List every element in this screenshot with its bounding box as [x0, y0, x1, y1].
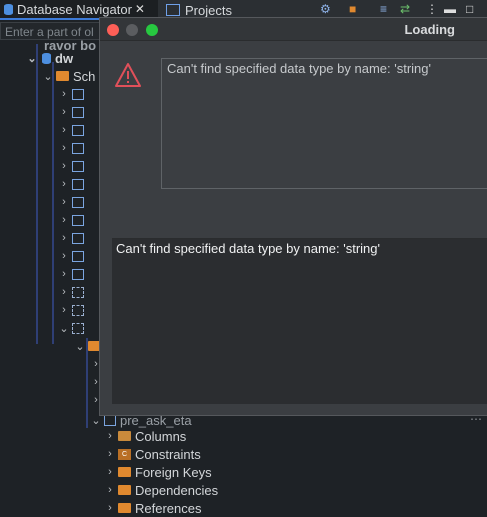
- table-icon: [72, 214, 84, 226]
- link-editor-icon[interactable]: ⇄: [400, 2, 410, 16]
- columns-icon: [118, 431, 131, 441]
- folder-icon[interactable]: ■: [349, 2, 356, 16]
- minimize-window-button[interactable]: [126, 24, 138, 36]
- close-icon[interactable]: ✕: [135, 2, 145, 16]
- table-icon: [72, 178, 84, 190]
- chevron-right-icon[interactable]: ›: [58, 178, 70, 190]
- maximize-view-icon[interactable]: □: [466, 2, 473, 16]
- chevron-down-icon[interactable]: ⌄: [58, 322, 70, 335]
- tab-projects-label: Projects: [185, 2, 232, 18]
- tree-item-references[interactable]: › References: [104, 499, 201, 517]
- chevron-right-icon[interactable]: ›: [58, 232, 70, 244]
- tree-item-table[interactable]: ›: [58, 103, 88, 121]
- chevron-right-icon[interactable]: ›: [58, 124, 70, 136]
- tree-item-table[interactable]: ›: [58, 139, 88, 157]
- tree-item-dw-label: dw: [55, 50, 74, 66]
- chevron-right-icon[interactable]: ›: [58, 88, 70, 100]
- chevron-right-icon[interactable]: ›: [58, 286, 70, 298]
- tree-item-table[interactable]: ›: [58, 121, 88, 139]
- tree-item-columns[interactable]: › Columns: [104, 427, 186, 445]
- tree-item-table[interactable]: ›: [58, 157, 88, 175]
- view-menu-icon[interactable]: ⋮: [426, 2, 438, 16]
- table-icon: [72, 160, 84, 172]
- chevron-right-icon[interactable]: ›: [58, 160, 70, 172]
- error-details-text: Can't find specified data type by name: …: [116, 241, 380, 256]
- tab-database-navigator-label: Database Navigator: [17, 1, 132, 17]
- zoom-window-button[interactable]: [146, 24, 158, 36]
- table-icon: [104, 414, 116, 426]
- tree-item-table[interactable]: ›: [58, 175, 88, 193]
- close-window-button[interactable]: [107, 24, 119, 36]
- table-icon: [72, 268, 84, 280]
- folder-icon: [118, 503, 131, 513]
- tree-item-view[interactable]: ›: [58, 301, 88, 319]
- chevron-right-icon[interactable]: ›: [58, 304, 70, 316]
- tree-item-table[interactable]: ›: [58, 247, 88, 265]
- chevron-down-icon[interactable]: ⌄: [74, 340, 86, 353]
- schemas-folder-icon: [56, 71, 69, 81]
- chevron-right-icon[interactable]: ›: [104, 502, 116, 514]
- tree-item-foreign-keys[interactable]: › Foreign Keys: [104, 463, 212, 481]
- warning-icon: [114, 62, 142, 93]
- chevron-right-icon[interactable]: ›: [58, 142, 70, 154]
- tree-item-dependencies[interactable]: › Dependencies: [104, 481, 218, 499]
- table-icon: [72, 142, 84, 154]
- chevron-right-icon[interactable]: ›: [58, 268, 70, 280]
- error-message: Can't find specified data type by name: …: [167, 61, 431, 76]
- tree-item-schemas-label: Sch: [73, 68, 96, 84]
- folder-icon: [118, 485, 131, 495]
- chevron-right-icon[interactable]: ›: [58, 196, 70, 208]
- tree-item-dependencies-label: Dependencies: [135, 482, 219, 498]
- minimize-view-icon[interactable]: ▬: [444, 2, 456, 16]
- chevron-right-icon[interactable]: ›: [58, 106, 70, 118]
- view-icon: [72, 304, 84, 316]
- tree-item-foreign-keys-label: Foreign Keys: [135, 464, 212, 480]
- tree-item-schemas[interactable]: ⌄ Sch: [42, 67, 95, 85]
- tree-item-table[interactable]: ›: [58, 265, 88, 283]
- chevron-right-icon[interactable]: ›: [58, 250, 70, 262]
- table-icon: [72, 250, 84, 262]
- chevron-down-icon[interactable]: ⌄: [26, 52, 38, 65]
- view-icon: [72, 322, 84, 334]
- tree-item-constraints[interactable]: › C Constraints: [104, 445, 201, 463]
- tree-guide-line: [52, 62, 54, 344]
- tree-item-columns-label: Columns: [135, 428, 187, 444]
- error-message-box: Can't find specified data type by name: …: [161, 58, 487, 189]
- tree-item-table[interactable]: ›: [58, 211, 88, 229]
- chevron-right-icon[interactable]: ›: [58, 214, 70, 226]
- chevron-right-icon[interactable]: ›: [104, 430, 116, 442]
- loading-error-dialog: Loading Can't find specified data type b…: [99, 17, 487, 416]
- table-icon: [72, 124, 84, 136]
- view-icon: [72, 286, 84, 298]
- table-icon: [72, 196, 84, 208]
- table-icon: [72, 232, 84, 244]
- new-connection-icon[interactable]: ⚙: [320, 2, 331, 16]
- projects-icon: [166, 4, 180, 16]
- tree-item-table[interactable]: ›: [58, 193, 88, 211]
- chevron-right-icon[interactable]: ›: [104, 484, 116, 496]
- table-icon: [72, 88, 84, 100]
- folder-icon: [118, 467, 131, 477]
- tree-item-references-label: References: [135, 500, 202, 516]
- tree-item-constraints-label: Constraints: [135, 446, 201, 462]
- chevron-down-icon[interactable]: ⌄: [42, 70, 54, 83]
- dialog-titlebar[interactable]: Loading: [100, 18, 487, 41]
- tree-item-dw[interactable]: ⌄ dw: [26, 49, 73, 67]
- tree-item-table[interactable]: ›: [58, 85, 88, 103]
- constraints-icon: C: [118, 448, 131, 460]
- table-icon: [72, 106, 84, 118]
- tree-guide-line: [36, 44, 38, 344]
- tree-item-view[interactable]: ›: [58, 283, 88, 301]
- database-icon: [42, 52, 51, 64]
- database-icon: [4, 3, 13, 15]
- collapse-all-icon[interactable]: ≡: [380, 2, 387, 16]
- dialog-title: Loading: [404, 22, 455, 37]
- chevron-right-icon[interactable]: ›: [104, 466, 116, 478]
- error-details-box[interactable]: Can't find specified data type by name: …: [112, 238, 487, 404]
- tree-item-table[interactable]: ›: [58, 229, 88, 247]
- tree-item-view[interactable]: ⌄: [58, 319, 88, 337]
- chevron-right-icon[interactable]: ›: [104, 448, 116, 460]
